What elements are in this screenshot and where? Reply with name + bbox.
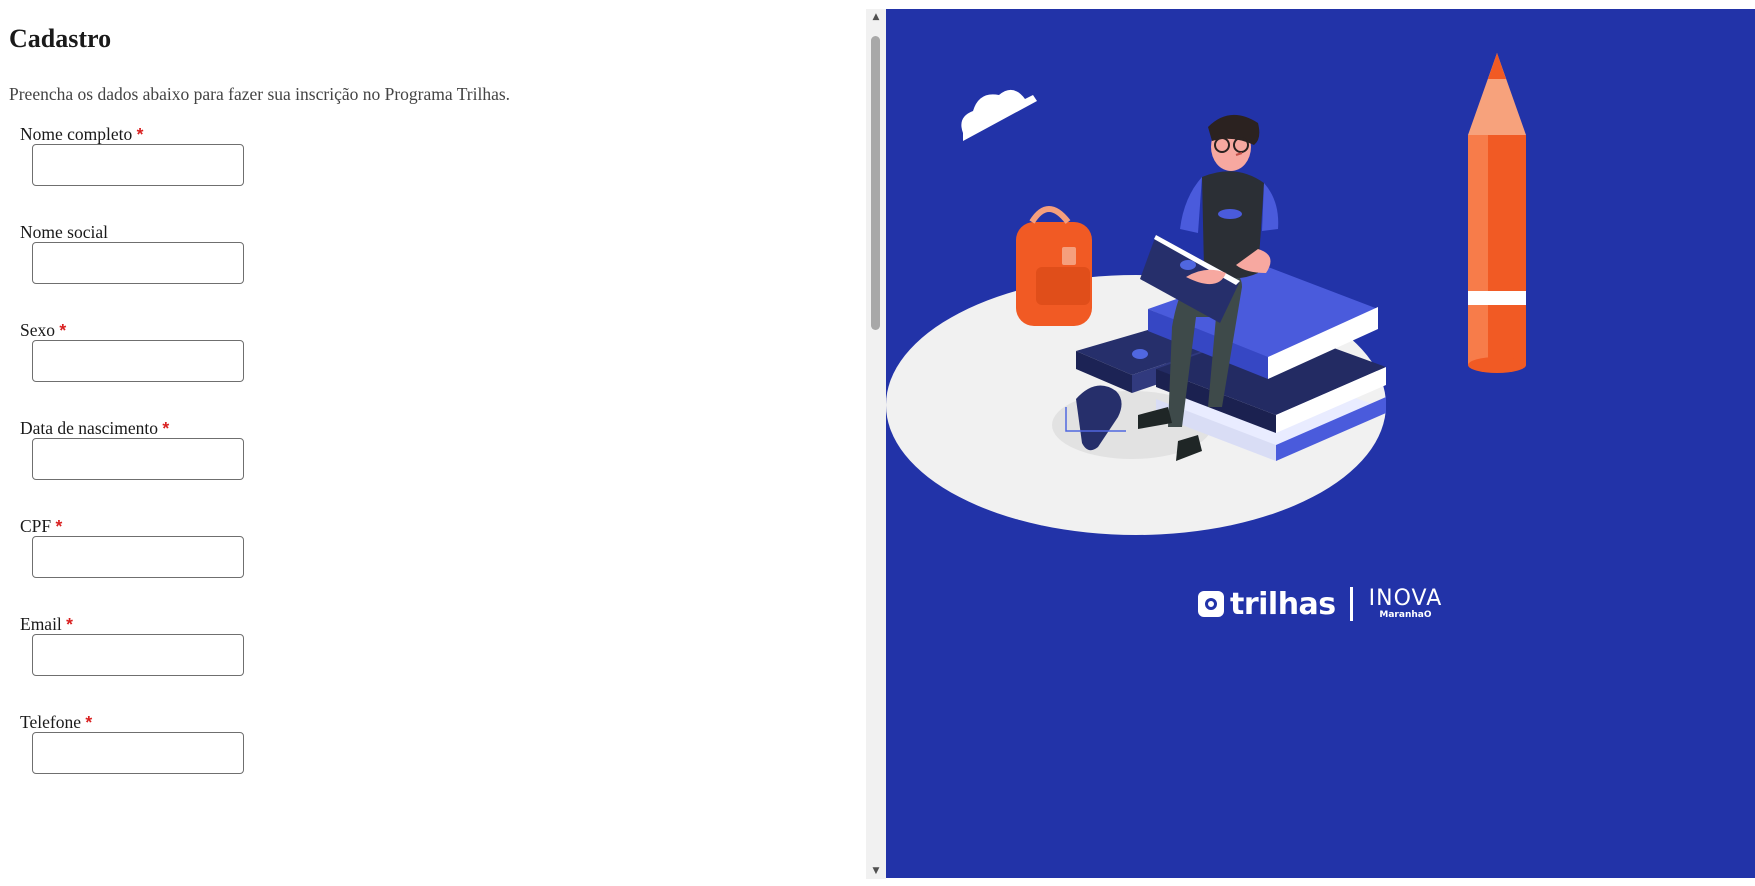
- required-marker: *: [162, 418, 170, 438]
- field-data-nascimento: Data de nascimento *: [20, 416, 420, 516]
- required-marker: *: [59, 320, 67, 340]
- required-marker: *: [136, 124, 144, 144]
- field-telefone: Telefone *: [20, 710, 420, 810]
- data-nascimento-input[interactable]: [32, 438, 244, 480]
- email-input[interactable]: [32, 634, 244, 676]
- form-scrollbar[interactable]: ▲ ▼: [866, 9, 886, 879]
- field-label: Data de nascimento *: [20, 418, 170, 438]
- page-subtitle: Preencha os dados abaixo para fazer sua …: [9, 84, 511, 104]
- scroll-down-arrow-icon[interactable]: ▼: [866, 863, 886, 879]
- brand-name: trilhas: [1230, 586, 1336, 622]
- partner-name: INOVA: [1368, 586, 1443, 611]
- field-nome-completo: Nome completo *: [20, 122, 420, 222]
- field-label: Nome social: [20, 222, 108, 242]
- partner-subtitle: MaranhaO: [1379, 610, 1432, 620]
- backpack-icon: [1016, 206, 1092, 326]
- page-title: Cadastro: [9, 24, 112, 53]
- field-sexo: Sexo *: [20, 318, 420, 418]
- scrollbar-thumb[interactable]: [871, 36, 880, 330]
- cpf-input[interactable]: [32, 536, 244, 578]
- telefone-input[interactable]: [32, 732, 244, 774]
- scroll-up-arrow-icon[interactable]: ▲: [866, 9, 886, 25]
- field-email: Email *: [20, 612, 420, 712]
- field-label: CPF *: [20, 516, 63, 536]
- logo-divider: [1349, 587, 1353, 621]
- trilhas-logo-icon: [1198, 591, 1224, 617]
- required-marker: *: [85, 712, 93, 732]
- field-label: Email *: [20, 614, 73, 634]
- required-marker: *: [55, 516, 63, 536]
- partner-logo: INOVA MaranhaO: [1369, 588, 1443, 620]
- pencil-icon: [1468, 53, 1526, 373]
- illustration-panel: trilhas INOVA MaranhaO: [886, 9, 1755, 878]
- nome-social-input[interactable]: [32, 242, 244, 284]
- field-label: Telefone *: [20, 712, 93, 732]
- brand-logo: trilhas INOVA MaranhaO: [1198, 584, 1442, 624]
- sexo-input[interactable]: [32, 340, 244, 382]
- nome-completo-input[interactable]: [32, 144, 244, 186]
- field-cpf: CPF *: [20, 514, 420, 614]
- field-label: Sexo *: [20, 320, 67, 340]
- field-label: Nome completo *: [20, 124, 144, 144]
- required-marker: *: [66, 614, 73, 634]
- cloud-icon: [961, 89, 1037, 141]
- student-illustration: [886, 53, 1526, 535]
- field-nome-social: Nome social: [20, 220, 420, 320]
- form-panel: Cadastro Preencha os dados abaixo para f…: [0, 0, 866, 886]
